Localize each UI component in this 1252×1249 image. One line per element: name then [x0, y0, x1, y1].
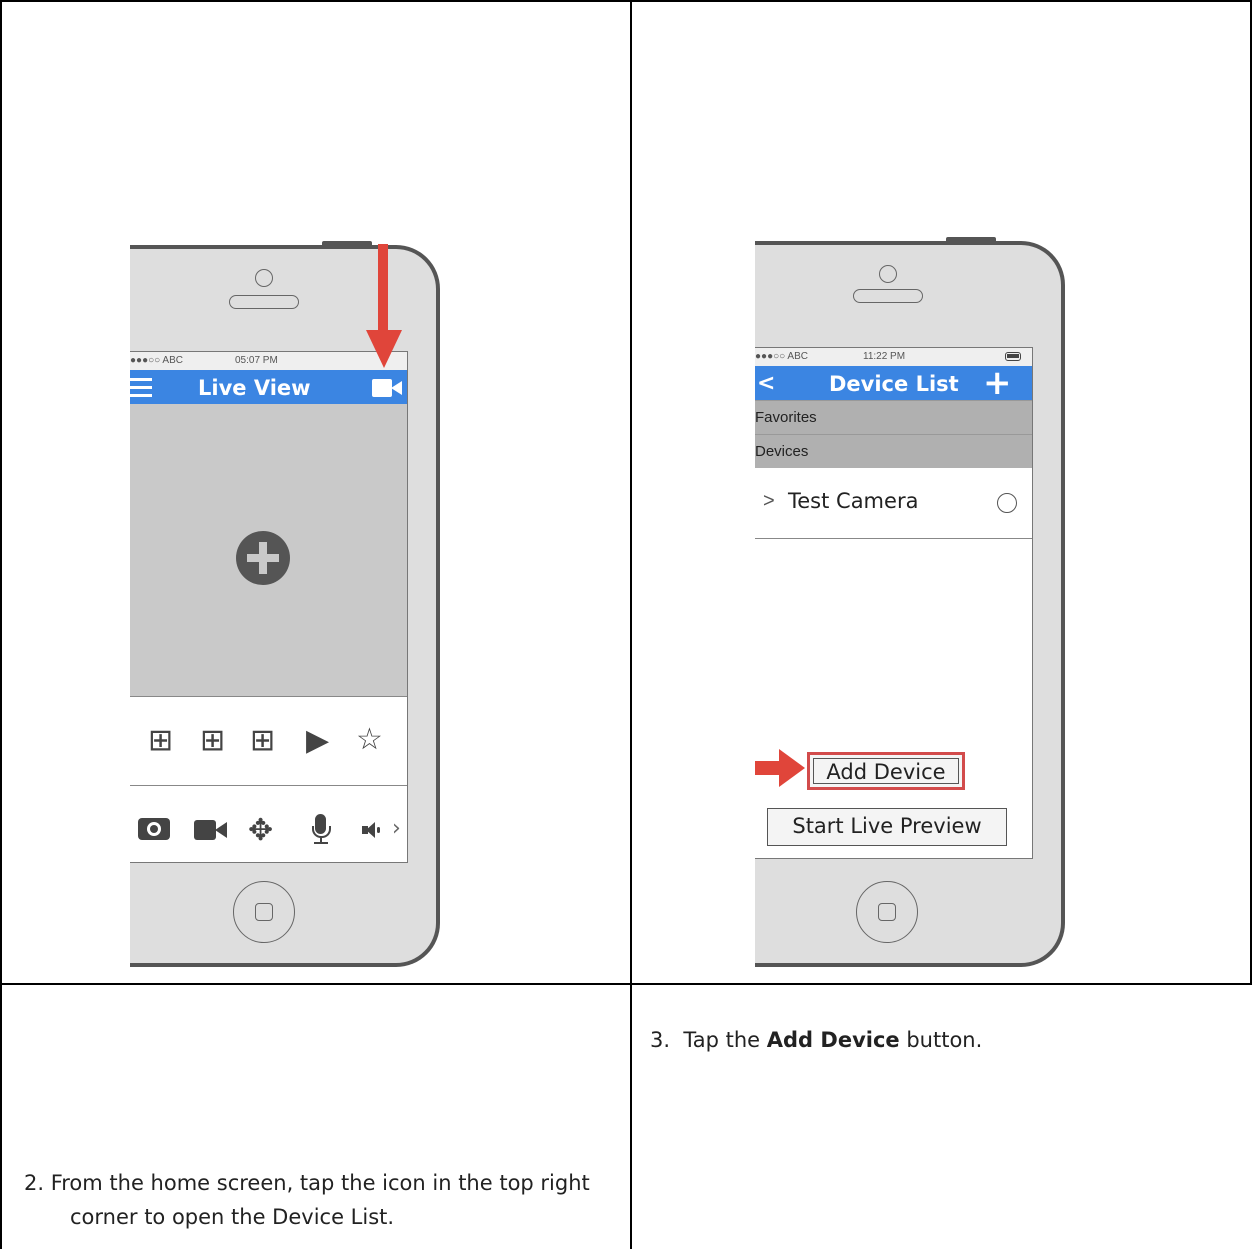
move-arrows-icon[interactable]: ✥ — [248, 816, 273, 846]
chevron-right-icon[interactable]: › — [392, 818, 401, 840]
favorites-label: Favorites — [755, 409, 817, 426]
red-arrow-right-head — [779, 749, 805, 787]
step-2-caption: 2. From the home screen, tap the icon in… — [24, 1166, 624, 1234]
red-arrow-down-head — [366, 330, 402, 368]
back-icon[interactable]: < — [757, 371, 775, 396]
add-device-button[interactable]: Add Device — [807, 752, 965, 790]
table-divider-vertical — [630, 0, 632, 1249]
front-camera-icon — [255, 269, 273, 287]
step-2-line-1: 2. From the home screen, tap the icon in… — [24, 1171, 590, 1195]
nav-bar: Live View — [130, 370, 407, 404]
microphone-icon[interactable] — [310, 814, 332, 846]
favorites-header[interactable]: Favorites — [755, 400, 1032, 434]
home-square-icon-2 — [878, 903, 896, 921]
step-3-suffix: button. — [899, 1028, 983, 1052]
step-3-bold: Add Device — [766, 1028, 900, 1052]
add-icon[interactable]: + — [983, 363, 1012, 403]
red-arrow-right — [755, 761, 781, 775]
battery-icon — [1005, 352, 1021, 361]
nav-bar-2: < Device List + — [755, 363, 1032, 403]
page-title-2: Device List — [829, 372, 959, 396]
table-divider-horizontal — [0, 983, 1252, 985]
step-2-line-2: corner to open the Device List. — [70, 1205, 395, 1229]
grid-add-icon-1[interactable]: ⊞ — [148, 726, 173, 756]
red-arrow-down — [378, 244, 388, 332]
carrier-label: ●●●○○ ABC — [130, 355, 183, 366]
grid-add-icon-2[interactable]: ⊞ — [200, 726, 225, 756]
hamburger-menu-icon[interactable] — [130, 378, 152, 397]
start-live-preview-button[interactable]: Start Live Preview — [767, 808, 1007, 846]
step-3-prefix: 3. Tap the — [650, 1028, 767, 1052]
phone-screen: ●●●○○ ABC 05:07 PM Live View ⊞ ⊞ ⊞ ▶ ☆ ✥… — [130, 351, 408, 863]
status-time: 05:07 PM — [235, 355, 278, 366]
step-3-caption: 3. Tap the Add Device button. — [650, 1023, 1240, 1057]
home-button[interactable] — [233, 881, 295, 943]
speaker-grille-2 — [853, 289, 923, 303]
star-icon[interactable]: ☆ — [356, 725, 383, 755]
speaker-grille — [229, 295, 299, 309]
camera-icon[interactable] — [138, 818, 170, 840]
live-view-area[interactable] — [130, 404, 407, 697]
video-camera-icon[interactable] — [372, 379, 402, 397]
toolbar-secondary: ✥ › — [130, 786, 407, 862]
plus-circle-icon[interactable] — [236, 531, 290, 585]
radio-icon[interactable] — [997, 493, 1017, 513]
device-row[interactable]: > Test Camera — [755, 468, 1032, 539]
home-button-2[interactable] — [856, 881, 918, 943]
play-icon[interactable]: ▶ — [306, 726, 329, 756]
speaker-icon[interactable] — [362, 822, 384, 838]
toolbar-primary: ⊞ ⊞ ⊞ ▶ ☆ — [130, 697, 407, 786]
device-name: Test Camera — [788, 489, 919, 513]
status-time-2: 11:22 PM — [863, 351, 906, 362]
carrier-label-2: ●●●○○ ABC — [755, 351, 808, 362]
chevron-right-icon-2: > — [763, 490, 775, 512]
home-square-icon — [255, 903, 273, 921]
page-title: Live View — [198, 376, 311, 400]
video-record-icon[interactable] — [194, 820, 228, 840]
front-camera-icon-2 — [879, 265, 897, 283]
phone-frame-device-list: ●●●○○ ABC 11:22 PM < Device List + Favor… — [755, 241, 1065, 967]
devices-header[interactable]: Devices — [755, 434, 1032, 468]
grid-add-icon-3[interactable]: ⊞ — [250, 726, 275, 756]
devices-label: Devices — [755, 443, 809, 460]
